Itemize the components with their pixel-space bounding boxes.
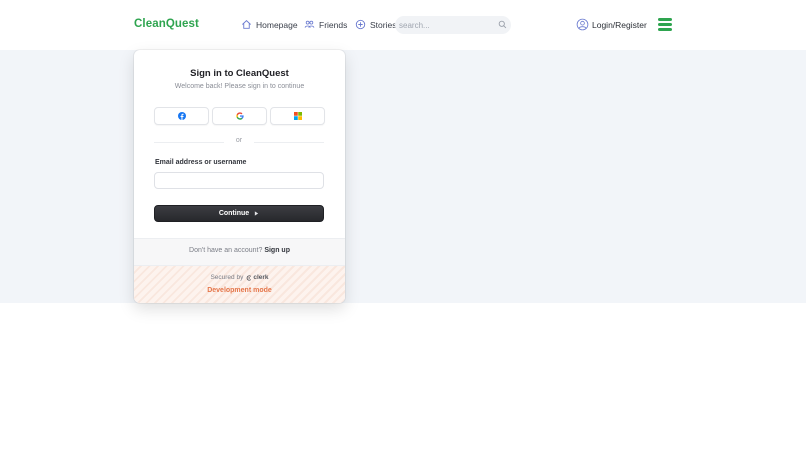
nav-stories-label: Stories — [370, 19, 397, 30]
continue-label: Continue — [218, 210, 250, 217]
clerk-icon — [247, 274, 252, 281]
facebook-signin-button[interactable] — [154, 107, 209, 125]
microsoft-icon — [293, 112, 302, 120]
menu-bar — [658, 23, 672, 26]
no-account-text: Don't have an account? — [189, 247, 263, 254]
user-circle-icon — [576, 18, 589, 31]
signin-subtitle: Welcome back! Please sign in to continue — [174, 83, 305, 90]
google-icon — [235, 112, 244, 120]
continue-button[interactable]: Continue — [154, 205, 324, 222]
secured-by-row: Secured by clerk — [134, 274, 345, 281]
nav-homepage[interactable]: Homepage — [241, 19, 298, 30]
clerk-logo[interactable]: clerk — [246, 274, 269, 281]
nav-friends-label: Friends — [319, 19, 348, 30]
microsoft-signin-button[interactable] — [270, 107, 325, 125]
search-input[interactable] — [399, 18, 495, 32]
signup-row: Don't have an account? Sign up — [134, 247, 345, 254]
nav-stories[interactable]: Stories — [355, 19, 396, 30]
email-field[interactable] — [154, 172, 324, 189]
nav-homepage-label: Homepage — [256, 19, 298, 30]
secured-by-text: Secured by — [210, 274, 244, 281]
divider-line — [254, 142, 324, 143]
search-icon[interactable] — [498, 20, 507, 29]
signin-footer: Don't have an account? Sign up Secured b… — [134, 238, 345, 303]
hamburger-menu-icon[interactable] — [658, 18, 672, 31]
google-signin-button[interactable] — [212, 107, 267, 125]
page-background-band — [0, 50, 806, 303]
plus-circle-icon — [355, 19, 366, 30]
signin-title: Sign in to CleanQuest — [190, 68, 289, 79]
email-label: Email address or username — [155, 159, 247, 166]
login-register-label: Login/Register — [592, 19, 647, 30]
signin-card: Sign in to CleanQuest Welcome back! Plea… — [134, 50, 345, 303]
development-mode-label: Development mode — [207, 287, 272, 294]
menu-bar — [658, 18, 672, 21]
site-logo[interactable]: CleanQuest — [134, 18, 199, 30]
search-box — [395, 16, 511, 34]
or-divider: or — [154, 137, 324, 147]
menu-bar — [658, 28, 672, 31]
caret-right-icon — [254, 211, 259, 216]
login-register-link[interactable]: Login/Register — [576, 18, 647, 31]
clerk-brand-text: clerk — [253, 274, 269, 281]
home-icon — [242, 20, 251, 29]
signup-link[interactable]: Sign up — [264, 247, 290, 254]
facebook-icon — [177, 112, 186, 120]
development-mode-banner: Secured by clerk Development mode — [134, 266, 345, 303]
nav-friends[interactable]: Friends — [304, 19, 347, 30]
users-icon — [304, 20, 315, 28]
site-header: CleanQuest Homepage Friends Stories Logi… — [0, 0, 806, 50]
